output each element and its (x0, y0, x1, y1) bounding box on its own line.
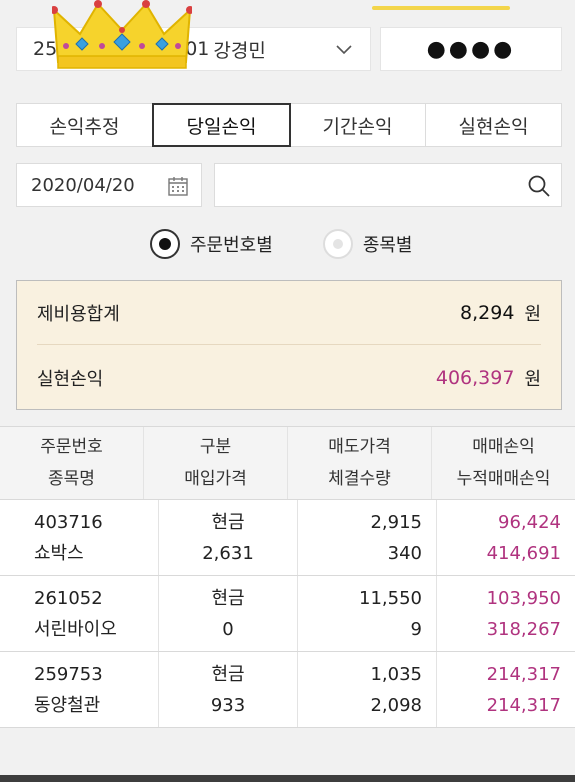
cumulative-pnl: 414,691 (486, 542, 561, 564)
date-value: 2020/04/20 (31, 174, 135, 196)
cell-sell: 2,915 340 (298, 500, 437, 575)
trade-type: 현금 (211, 587, 245, 609)
filled-qty: 2,098 (370, 694, 422, 716)
realized-pnl-unit: 원 (524, 369, 541, 390)
crown-icon (52, 0, 192, 69)
realized-pnl-label: 실현손익 (37, 369, 104, 390)
cell-pnl: 103,950 318,267 (437, 576, 575, 651)
filled-qty: 9 (410, 618, 422, 640)
realized-pnl-value: 406,397 (435, 367, 515, 389)
top-accent-bar (372, 6, 510, 10)
fee-total-label: 제비용합계 (37, 303, 120, 325)
buy-price: 933 (210, 694, 246, 716)
header-pnl: 매매손익 누적매매손익 (432, 427, 575, 499)
chevron-down-icon (336, 45, 352, 55)
stock-name: 동양철관 (34, 694, 101, 716)
trade-pnl: 96,424 (498, 511, 561, 533)
search-field[interactable] (214, 163, 562, 207)
fee-total-value: 8,294 (460, 301, 515, 324)
date-field[interactable]: 2020/04/20 (16, 163, 202, 207)
realized-pnl-row: 실현손익 406,397 원 (37, 346, 541, 410)
header-cumulative-pnl: 누적매매손익 (456, 469, 551, 489)
cumulative-pnl: 318,267 (486, 618, 561, 640)
cell-sell: 1,035 2,098 (298, 652, 437, 727)
account-name: 강경민 (213, 39, 266, 62)
trade-type: 현금 (211, 511, 245, 533)
cell-order: 261052 서린바이오 (0, 576, 159, 651)
trade-pnl: 103,950 (486, 587, 561, 609)
radio-by-stock[interactable]: 종목별 (322, 229, 413, 259)
header-trade-pnl: 매매손익 (472, 437, 535, 457)
summary-box: 제비용합계 8,294 원 실현손익 406,397 원 (16, 280, 562, 410)
table-header: 주문번호 종목명 구분 매입가격 매도가격 체결수량 매매손익 누적매매손익 (0, 426, 575, 500)
trade-table: 주문번호 종목명 구분 매입가격 매도가격 체결수량 매매손익 누적매매손익 4… (0, 426, 575, 728)
bottom-bar (0, 775, 575, 782)
cell-type: 현금 933 (159, 652, 298, 727)
radio-dot-unselected (322, 229, 353, 259)
sell-price: 11,550 (359, 587, 422, 609)
header-sell: 매도가격 체결수량 (288, 427, 432, 499)
header-buy-price: 매입가격 (184, 469, 247, 489)
cell-pnl: 96,424 414,691 (437, 500, 575, 575)
table-row[interactable]: 403716 쇼박스 현금 2,631 2,915 340 96,424 414… (0, 500, 575, 576)
table-row[interactable]: 261052 서린바이오 현금 0 11,550 9 103,950 318,2… (0, 576, 575, 652)
tab-daily[interactable]: 당일손익 (152, 103, 291, 147)
radio-by-order[interactable]: 주문번호별 (150, 229, 273, 259)
cumulative-pnl: 214,317 (486, 694, 561, 716)
trade-type: 현금 (211, 663, 245, 685)
header-sell-price: 매도가격 (328, 437, 391, 457)
cell-pnl: 214,317 214,317 (437, 652, 575, 727)
header-stock-name: 종목명 (48, 469, 95, 489)
header-filled-qty: 체결수량 (328, 469, 391, 489)
calendar-icon[interactable] (167, 175, 189, 197)
stock-name: 쇼박스 (34, 542, 84, 564)
sell-price: 1,035 (370, 663, 422, 685)
fee-total-row: 제비용합계 8,294 원 (37, 281, 541, 345)
header-order: 주문번호 종목명 (0, 427, 144, 499)
tab-bar: 손익추정 당일손익 기간손익 실현손익 (16, 103, 562, 147)
search-input[interactable] (215, 164, 515, 206)
filled-qty: 340 (387, 542, 422, 564)
password-field[interactable]: ●●●● (380, 27, 562, 71)
buy-price: 0 (222, 618, 234, 640)
header-category: 구분 (199, 437, 232, 457)
view-mode-radios: 주문번호별 종목별 (150, 226, 463, 262)
trade-pnl: 214,317 (486, 663, 561, 685)
cell-order: 259753 동양철관 (0, 652, 159, 727)
radio-by-order-label: 주문번호별 (190, 235, 273, 256)
tab-period[interactable]: 기간손익 (290, 104, 426, 146)
order-number: 403716 (34, 511, 103, 533)
cell-order: 403716 쇼박스 (0, 500, 159, 575)
sell-price: 2,915 (370, 511, 422, 533)
buy-price: 2,631 (202, 542, 254, 564)
radio-by-stock-label: 종목별 (362, 235, 413, 256)
tab-realized[interactable]: 실현손익 (426, 104, 561, 146)
header-order-number: 주문번호 (40, 437, 103, 457)
cell-type: 현금 0 (159, 576, 298, 651)
radio-dot-selected (150, 229, 180, 259)
order-number: 261052 (34, 587, 103, 609)
header-type: 구분 매입가격 (144, 427, 288, 499)
search-icon[interactable] (527, 174, 551, 198)
cell-type: 현금 2,631 (159, 500, 298, 575)
stock-name: 서린바이오 (34, 618, 117, 640)
fee-total-unit: 원 (524, 303, 541, 325)
cell-sell: 11,550 9 (298, 576, 437, 651)
order-number: 259753 (34, 663, 103, 685)
table-row[interactable]: 259753 동양철관 현금 933 1,035 2,098 214,317 2… (0, 652, 575, 728)
tab-estimate[interactable]: 손익추정 (17, 104, 153, 146)
